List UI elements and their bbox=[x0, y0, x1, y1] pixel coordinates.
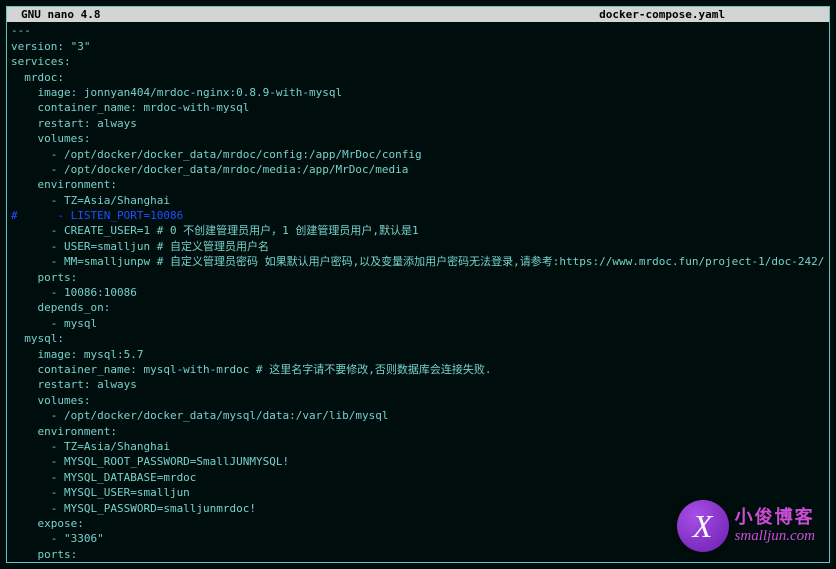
code-line: - "3306" bbox=[11, 531, 825, 546]
code-line: - CREATE_USER=1 # 0 不创建管理员用户，1 创建管理员用户,默… bbox=[11, 223, 825, 238]
code-line: - /opt/docker/docker_data/mrdoc/config:/… bbox=[11, 147, 825, 162]
code-line: - USER=smalljun # 自定义管理员用户名 bbox=[11, 239, 825, 254]
code-line: volumes: bbox=[11, 131, 825, 146]
code-line: depends_on: bbox=[11, 300, 825, 315]
code-line: version: "3" bbox=[11, 39, 825, 54]
editor-filename: docker-compose.yaml bbox=[599, 7, 825, 22]
code-line: image: jonnyan404/mrdoc-nginx:0.8.9-with… bbox=[11, 85, 825, 100]
code-line: ports: bbox=[11, 547, 825, 562]
code-line: environment: bbox=[11, 177, 825, 192]
editor-content[interactable]: ---version: "3"services: mrdoc: image: j… bbox=[7, 22, 829, 563]
code-line: - TZ=Asia/Shanghai bbox=[11, 193, 825, 208]
code-line: container_name: mrdoc-with-mysql bbox=[11, 100, 825, 115]
code-line: ports: bbox=[11, 270, 825, 285]
code-line: - MYSQL_DATABASE=mrdoc bbox=[11, 470, 825, 485]
code-line: container_name: mysql-with-mrdoc # 这里名字请… bbox=[11, 362, 825, 377]
terminal-window: GNU nano 4.8 docker-compose.yaml ---vers… bbox=[6, 6, 830, 563]
code-line: - 63306:3306 bbox=[11, 562, 825, 563]
code-line: - /opt/docker/docker_data/mysql/data:/va… bbox=[11, 408, 825, 423]
code-line: restart: always bbox=[11, 116, 825, 131]
editor-titlebar: GNU nano 4.8 docker-compose.yaml bbox=[7, 7, 829, 22]
code-line: - MYSQL_ROOT_PASSWORD=SmallJUNMYSQL! bbox=[11, 454, 825, 469]
code-line: - 10086:10086 bbox=[11, 285, 825, 300]
code-line: - MYSQL_USER=smalljun bbox=[11, 485, 825, 500]
code-line: services: bbox=[11, 54, 825, 69]
code-line: mrdoc: bbox=[11, 70, 825, 85]
code-line: environment: bbox=[11, 424, 825, 439]
code-line: - MYSQL_PASSWORD=smalljunmrdoc! bbox=[11, 501, 825, 516]
code-line: mysql: bbox=[11, 331, 825, 346]
code-line: restart: always bbox=[11, 377, 825, 392]
code-line: --- bbox=[11, 23, 825, 38]
code-line: expose: bbox=[11, 516, 825, 531]
editor-app-name: GNU nano 4.8 bbox=[11, 7, 100, 22]
code-line: volumes: bbox=[11, 393, 825, 408]
code-line: - mysql bbox=[11, 316, 825, 331]
code-line: # - LISTEN_PORT=10086 bbox=[11, 208, 825, 223]
code-line: - /opt/docker/docker_data/mrdoc/media:/a… bbox=[11, 162, 825, 177]
code-line: image: mysql:5.7 bbox=[11, 347, 825, 362]
code-line: - TZ=Asia/Shanghai bbox=[11, 439, 825, 454]
code-line: - MM=smalljunpw # 自定义管理员密码 如果默认用户密码,以及变量… bbox=[11, 254, 825, 269]
